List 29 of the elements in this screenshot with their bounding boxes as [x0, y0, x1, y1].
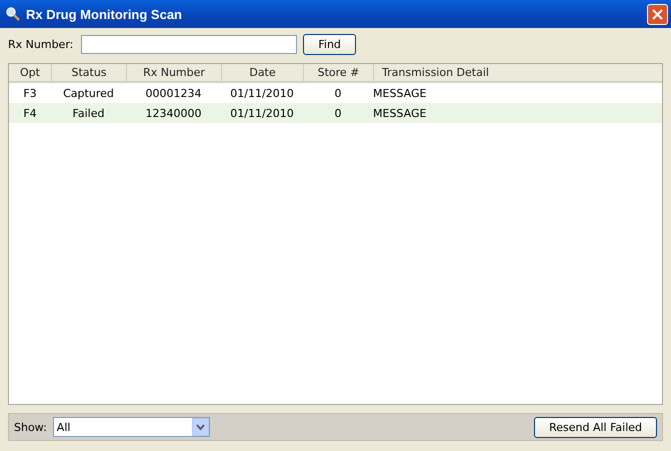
table-cell-text: MESSAGE: [373, 106, 428, 120]
rx-number-label: Rx Number:: [8, 38, 74, 51]
column-header[interactable]: Opt: [9, 64, 51, 81]
magnifier-icon: [6, 7, 20, 21]
table-cell-text: 00001234: [144, 86, 202, 100]
table-cell-text: 01/11/2010: [229, 86, 295, 100]
rx-number-field[interactable]: [81, 35, 298, 54]
resend-all-failed-button[interactable]: Resend All Failed: [534, 416, 657, 438]
column-header[interactable]: Rx Number: [126, 64, 221, 81]
close-icon[interactable]: [652, 8, 663, 20]
table-cell-text: Failed: [72, 106, 106, 120]
caret-icon[interactable]: [192, 418, 209, 436]
column-header[interactable]: Date: [221, 64, 303, 81]
table-cell-text: 0: [334, 106, 342, 120]
show-label: Show:: [14, 420, 47, 434]
column-header[interactable]: Status: [51, 64, 126, 81]
table-cell-text: 12340000: [144, 106, 202, 120]
show-dropdown[interactable]: All: [52, 417, 210, 437]
table-cell-text: MESSAGE: [373, 86, 428, 100]
close-button[interactable]: [647, 4, 668, 24]
table-cell-text: F3: [22, 86, 38, 100]
table-cell-text: Captured: [62, 86, 115, 100]
column-header[interactable]: Transmission Detail: [373, 64, 662, 81]
table-cell-text: 0: [334, 86, 342, 100]
table-cell-text: 01/11/2010: [229, 106, 295, 120]
table-cell-text: F4: [22, 106, 38, 120]
column-header[interactable]: Store #: [303, 64, 373, 81]
find-button[interactable]: Find: [303, 34, 356, 55]
window-title: Rx Drug Monitoring Scan: [26, 6, 183, 22]
